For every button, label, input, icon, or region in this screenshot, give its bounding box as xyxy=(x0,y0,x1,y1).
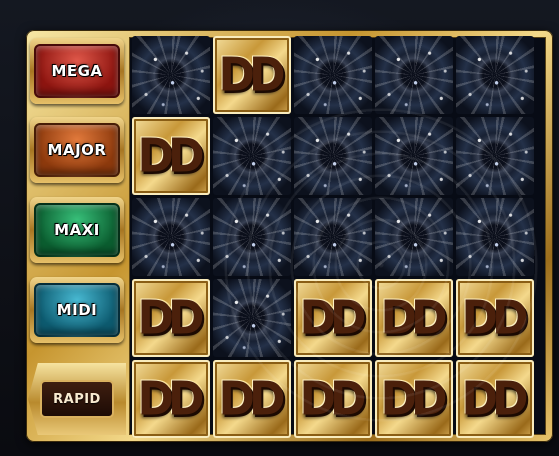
coin-cell: DD xyxy=(132,117,210,195)
level-tab-midi: MIDI xyxy=(30,277,124,343)
level-label-maxi: MAXI xyxy=(54,221,100,239)
dd-coin-icon: DD xyxy=(137,129,204,183)
level-tab-major: MAJOR xyxy=(30,117,124,183)
dd-coin-icon: DD xyxy=(380,291,447,345)
empty-cell xyxy=(456,36,534,114)
coin-cell: DD xyxy=(213,360,291,438)
coin-cell: DD xyxy=(213,36,291,114)
empty-cell xyxy=(132,36,210,114)
level-pill-rapid: RAPID xyxy=(40,380,114,418)
symbol-grid: DD DD DD DD DD DD DD DD DD DD DD xyxy=(132,36,534,438)
jackpot-ladder: MEGA MAJOR MAXI MIDI RAPID xyxy=(26,30,126,442)
coin-cell: DD xyxy=(375,360,453,438)
empty-cell xyxy=(456,198,534,276)
empty-cell xyxy=(456,117,534,195)
level-pill-mega: MEGA xyxy=(34,44,120,98)
dd-coin-icon: DD xyxy=(218,48,285,102)
empty-cell xyxy=(132,198,210,276)
dd-coin-icon: DD xyxy=(218,372,285,426)
dd-coin-icon: DD xyxy=(380,372,447,426)
empty-cell xyxy=(213,198,291,276)
coin-cell: DD xyxy=(132,360,210,438)
level-label-midi: MIDI xyxy=(56,301,98,319)
dd-coin-icon: DD xyxy=(137,291,204,345)
level-tab-rapid: RAPID xyxy=(28,363,126,435)
dd-coin-icon: DD xyxy=(461,291,528,345)
empty-cell xyxy=(213,279,291,357)
level-label-major: MAJOR xyxy=(47,141,107,159)
level-label-rapid: RAPID xyxy=(53,391,101,407)
level-tab-mega: MEGA xyxy=(30,38,124,104)
coin-cell: DD xyxy=(456,360,534,438)
empty-cell xyxy=(375,117,453,195)
level-pill-midi: MIDI xyxy=(34,283,120,337)
level-label-mega: MEGA xyxy=(51,62,103,80)
empty-cell xyxy=(294,117,372,195)
dd-coin-icon: DD xyxy=(299,372,366,426)
dd-coin-icon: DD xyxy=(461,372,528,426)
coin-cell: DD xyxy=(456,279,534,357)
level-pill-maxi: MAXI xyxy=(34,203,120,257)
level-tab-maxi: MAXI xyxy=(30,197,124,263)
dd-coin-icon: DD xyxy=(137,372,204,426)
empty-cell xyxy=(294,198,372,276)
coin-cell: DD xyxy=(375,279,453,357)
empty-cell xyxy=(294,36,372,114)
level-pill-major: MAJOR xyxy=(34,123,120,177)
coin-cell: DD xyxy=(294,360,372,438)
coin-cell: DD xyxy=(132,279,210,357)
empty-cell xyxy=(213,117,291,195)
coin-cell: DD xyxy=(294,279,372,357)
empty-cell xyxy=(375,36,453,114)
jackpot-board: MEGA MAJOR MAXI MIDI RAPID DD DD DD DD DD DD D… xyxy=(26,30,553,442)
empty-cell xyxy=(375,198,453,276)
dd-coin-icon: DD xyxy=(299,291,366,345)
